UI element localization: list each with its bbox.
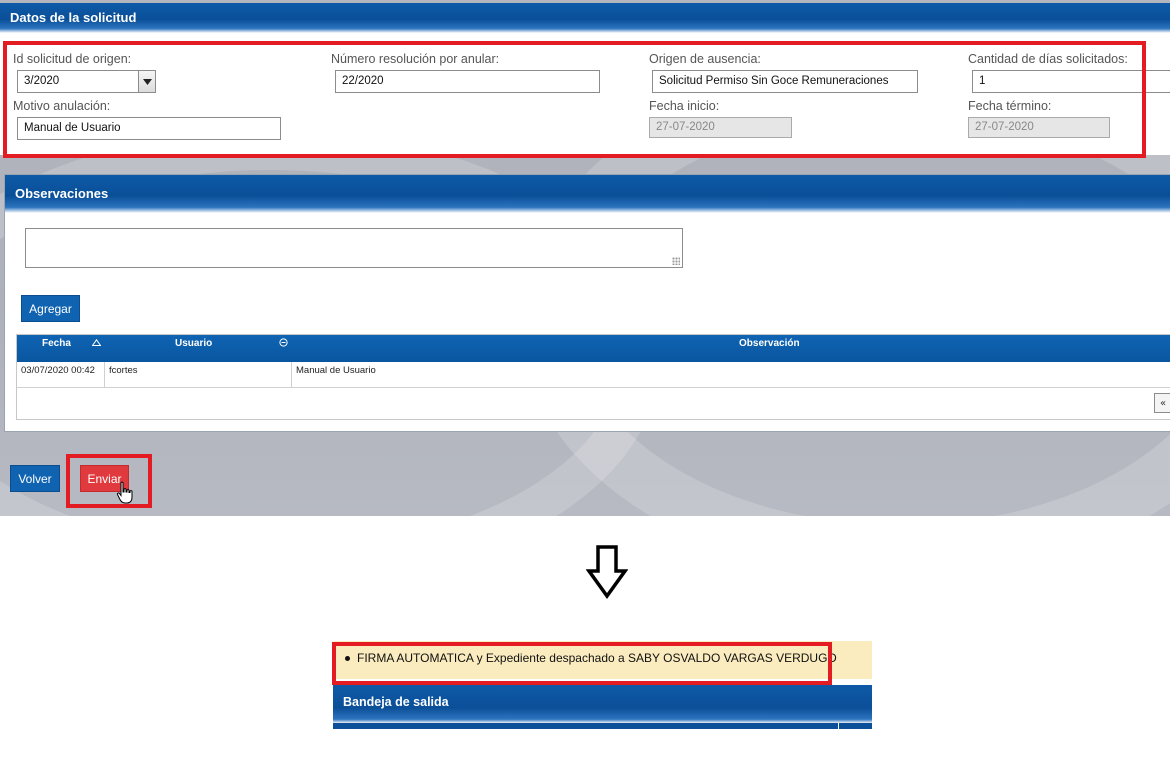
result-panel: FIRMA AUTOMATICA y Expediente despachado… xyxy=(333,641,872,729)
chevron-down-icon[interactable] xyxy=(138,71,155,92)
column-fecha-header[interactable]: Fecha xyxy=(42,338,71,349)
cantidad-dias-label: Cantidad de días solicitados: xyxy=(968,52,1128,66)
observation-textarea[interactable] xyxy=(25,228,683,268)
volver-button[interactable]: Volver xyxy=(10,465,60,492)
outbox-header: Bandeja de salida xyxy=(333,685,872,723)
id-solicitud-select[interactable]: 3/2020 xyxy=(17,70,156,93)
id-solicitud-label: Id solicitud de origen: xyxy=(13,52,132,66)
column-observacion-header[interactable]: Observación xyxy=(739,338,800,349)
numero-resolucion-input[interactable]: 22/2020 xyxy=(335,70,600,93)
column-divider xyxy=(838,723,839,729)
grid-header: Fecha Usuario Observación xyxy=(17,335,1170,362)
cell-fecha: 03/07/2020 00:42 xyxy=(17,362,105,388)
id-solicitud-value: 3/2020 xyxy=(24,75,60,87)
motivo-anulacion-label: Motivo anulación: xyxy=(13,99,111,113)
agregar-button[interactable]: Agregar xyxy=(21,295,80,322)
arrow-down-icon xyxy=(586,545,628,599)
cell-observacion: Manual de Usuario xyxy=(296,365,376,376)
request-data-panel: Datos de la solicitud Id solicitud de or… xyxy=(0,3,1170,155)
cell-usuario: fcortes xyxy=(105,362,292,388)
hand-cursor-icon xyxy=(116,481,133,504)
request-data-form: Id solicitud de origen: 3/2020 Número re… xyxy=(0,33,1170,155)
fecha-termino-label: Fecha término: xyxy=(968,99,1052,113)
pager-first-button[interactable]: « xyxy=(1154,393,1170,413)
application-area: Datos de la solicitud Id solicitud de or… xyxy=(0,0,1170,516)
observations-panel: Observaciones Agregar Fecha Usuario Obse… xyxy=(4,174,1170,432)
resize-grip-icon[interactable] xyxy=(672,257,680,265)
motivo-anulacion-input[interactable]: Manual de Usuario xyxy=(17,117,281,140)
fecha-inicio-input: 27-07-2020 xyxy=(649,117,792,138)
outbox-grid-header xyxy=(333,723,872,729)
fecha-termino-input: 27-07-2020 xyxy=(968,117,1110,138)
sort-asc-icon[interactable] xyxy=(91,338,102,348)
bullet-icon xyxy=(345,655,350,661)
table-row[interactable]: 03/07/2020 00:42 fcortes Manual de Usuar… xyxy=(17,362,1170,388)
observations-header: Observaciones xyxy=(5,175,1170,213)
success-message-bar: FIRMA AUTOMATICA y Expediente despachado… xyxy=(333,641,872,679)
sort-icon[interactable] xyxy=(279,338,288,349)
observations-grid: Fecha Usuario Observación 03/07/2020 00:… xyxy=(16,334,1170,420)
success-message-text: FIRMA AUTOMATICA y Expediente despachado… xyxy=(357,651,837,665)
success-message: FIRMA AUTOMATICA y Expediente despachado… xyxy=(345,651,837,665)
cantidad-dias-input[interactable]: 1 xyxy=(972,70,1170,93)
origen-ausencia-label: Origen de ausencia: xyxy=(649,52,761,66)
origen-ausencia-input[interactable]: Solicitud Permiso Sin Goce Remuneracione… xyxy=(652,70,918,93)
column-usuario-header[interactable]: Usuario xyxy=(175,338,212,349)
numero-resolucion-label: Número resolución por anular: xyxy=(331,52,500,66)
fecha-inicio-label: Fecha inicio: xyxy=(649,99,720,113)
request-data-header: Datos de la solicitud xyxy=(0,3,1170,33)
